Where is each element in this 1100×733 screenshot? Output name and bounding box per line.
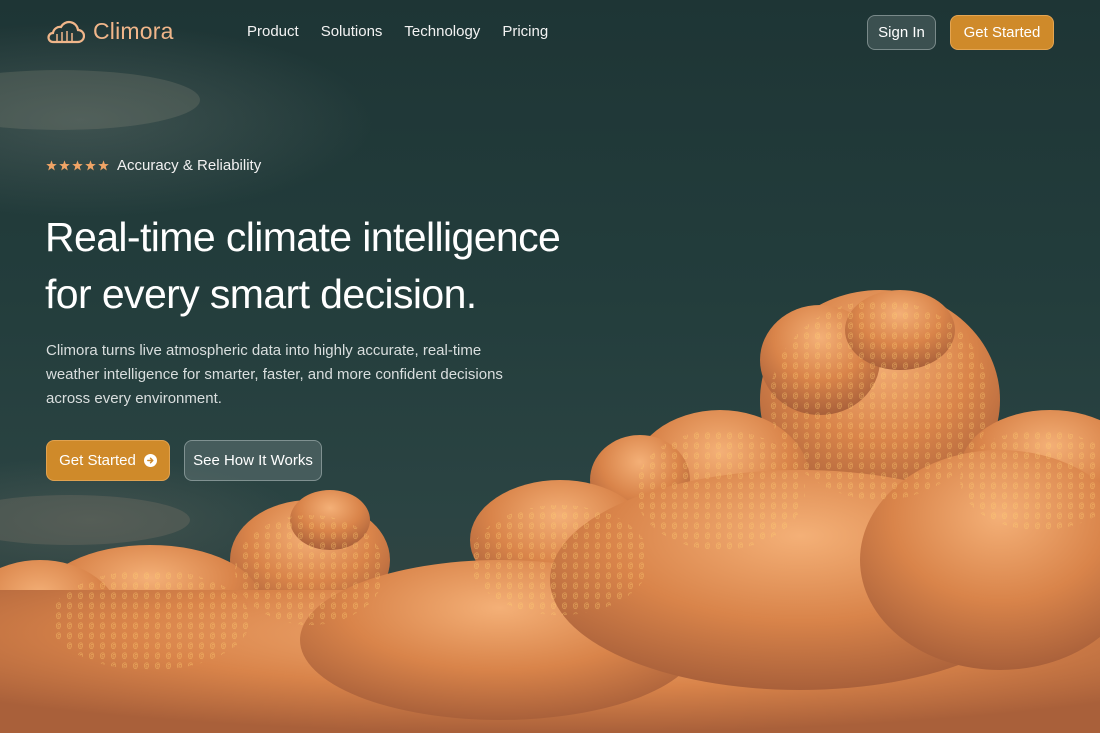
nav-link-product[interactable]: Product <box>247 23 299 40</box>
nav-get-started-button[interactable]: Get Started <box>950 15 1054 50</box>
hero-get-started-label: Get Started <box>59 452 136 469</box>
hero-get-started-button[interactable]: Get Started <box>46 440 170 481</box>
sign-in-button[interactable]: Sign In <box>867 15 936 50</box>
star-icon <box>98 160 109 171</box>
star-icon <box>72 160 83 171</box>
see-how-it-works-button[interactable]: See How It Works <box>184 440 322 481</box>
brand-logo[interactable]: Climora <box>45 18 174 45</box>
nav-link-technology[interactable]: Technology <box>404 23 480 40</box>
hero-description: Climora turns live atmospheric data into… <box>46 342 503 407</box>
star-icon <box>46 160 57 171</box>
hero-headline: Real-time climate intelligence for every… <box>45 209 645 323</box>
rating-stars <box>46 160 109 171</box>
brand-name: Climora <box>93 18 174 44</box>
rating-label: Accuracy & Reliability <box>117 157 262 174</box>
rating-badge: Accuracy & Reliability <box>46 157 261 174</box>
hero-headline-line-1: Real-time climate intelligence <box>45 214 561 260</box>
nav-links: Product Solutions Technology Pricing <box>247 23 548 40</box>
hero-headline-line-2: for every smart decision. <box>45 271 477 317</box>
nav-link-pricing[interactable]: Pricing <box>502 23 548 40</box>
nav-link-solutions[interactable]: Solutions <box>321 23 383 40</box>
star-icon <box>85 160 96 171</box>
arrow-right-circle-icon <box>143 454 157 467</box>
top-nav: Climora Product Solutions Technology Pri… <box>0 0 1100 66</box>
star-icon <box>59 160 70 171</box>
cloud-icon <box>47 20 85 43</box>
